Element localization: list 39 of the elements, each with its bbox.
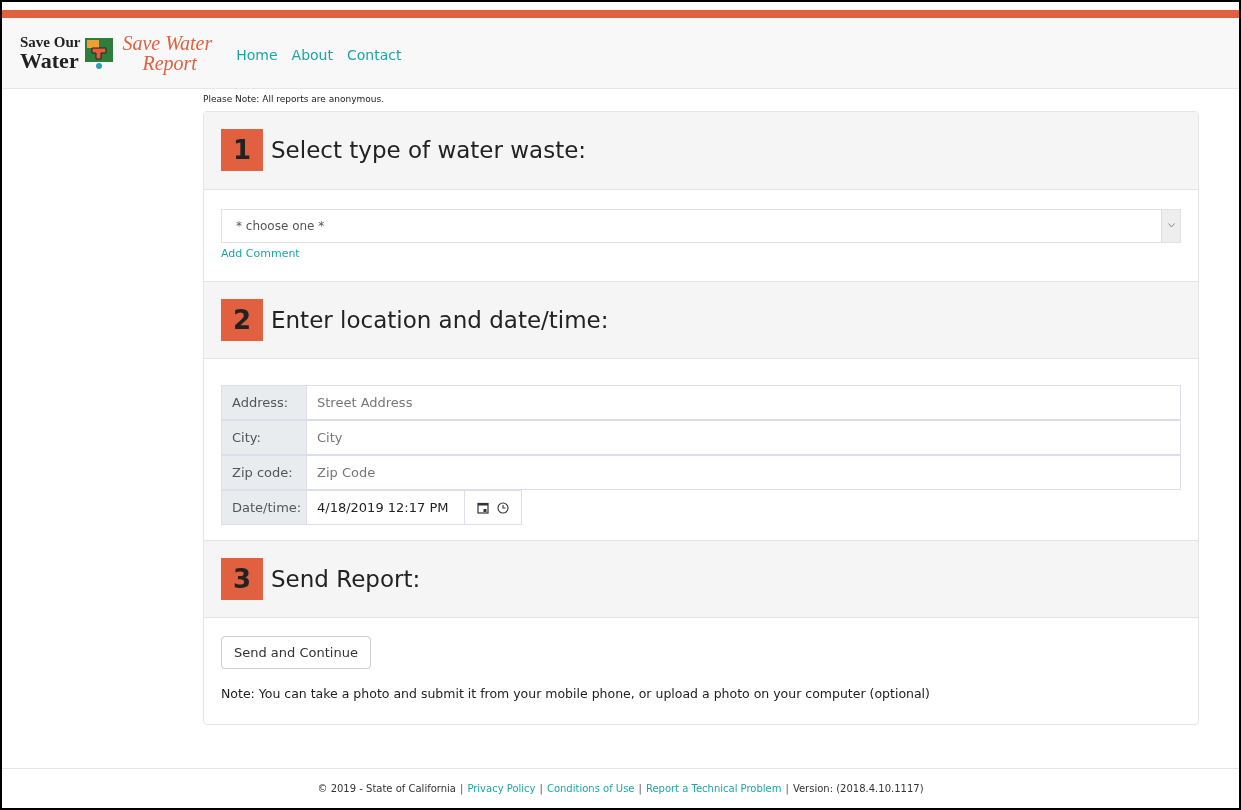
add-comment-link[interactable]: Add Comment — [221, 245, 1181, 262]
footer-link[interactable]: Privacy Policy — [467, 781, 536, 796]
footer-text: © 2019 - State of California — [317, 782, 456, 796]
nav-link[interactable]: Home — [236, 44, 278, 66]
text-input[interactable]: City — [307, 420, 1181, 455]
datetime-input[interactable]: 4/18/2019 12:17 PM — [307, 490, 465, 525]
step-title: Select type of water waste: — [271, 135, 587, 165]
field-label: Date/time: — [221, 490, 307, 525]
field-label: Zip code: — [221, 455, 307, 490]
chevron-down-icon — [1167, 223, 1175, 228]
anonymous-note: Please Note: All reports are anonymous. — [203, 93, 386, 106]
photo-note: Note: You can take a photo and submit it from your mobile phone, or upload a photo on your computer (optional) — [221, 685, 931, 703]
step-number: 2 — [221, 299, 263, 341]
separator-text: | — [539, 782, 543, 796]
clock-icon[interactable] — [497, 501, 509, 514]
logo-text: Save Our — [20, 34, 81, 50]
nav-link[interactable]: Contact — [346, 44, 402, 66]
logo-text: Water — [20, 49, 80, 72]
footer-link[interactable]: Report a Technical Problem — [645, 781, 782, 796]
footer-link[interactable]: Conditions of Use — [546, 781, 635, 796]
step-number: 1 — [221, 129, 263, 171]
nav-link[interactable]: About — [291, 44, 333, 66]
field-label: City: — [221, 420, 307, 455]
text-input[interactable]: Street Address — [307, 385, 1181, 420]
footer-text: Version: (2018.4.10.1117) — [792, 782, 924, 796]
send-and-continue-button[interactable]: Send and Continue — [221, 636, 371, 669]
field-label: Address: — [221, 385, 307, 420]
logo-script-text: Save Water — [122, 33, 213, 53]
faucet-logo-icon — [84, 36, 115, 70]
calendar-icon[interactable] — [477, 501, 489, 514]
waste-type-select[interactable]: * choose one * — [221, 208, 1181, 243]
step-title: Send Report: — [271, 564, 421, 594]
separator-text: | — [638, 782, 642, 796]
separator-text: | — [785, 782, 789, 796]
separator-text: | — [460, 782, 464, 796]
step-number: 3 — [221, 558, 263, 600]
text-input[interactable]: Zip Code — [307, 455, 1181, 490]
step-title: Enter location and date/time: — [271, 305, 609, 335]
logo-script-text: Report — [141, 53, 198, 73]
